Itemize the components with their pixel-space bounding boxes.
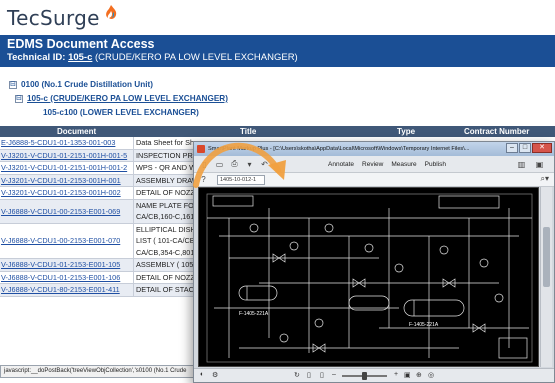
document-link[interactable]: V-J6888-V-CDU1-00-2153-E001-070 xyxy=(0,223,134,258)
maximize-button[interactable]: □ xyxy=(519,143,531,153)
zoom-area-icon[interactable]: ⊕ xyxy=(416,371,422,379)
tree-node-label[interactable]: 105-c100 (LOWER LEVEL EXCHANGER) xyxy=(43,106,199,120)
pan-icon[interactable]: ◐ xyxy=(200,371,204,378)
technical-id-description: (CRUDE/KERO PA LOW LEVEL EXCHANGER) xyxy=(95,52,298,63)
table-row[interactable]: E-J6888-5-CDU1-01-1353-001-003 Data Shee… xyxy=(0,137,205,150)
pid-drawing-canvas[interactable]: F-1405-221A F-1405-221A xyxy=(198,187,539,367)
column-header-contract-number[interactable]: Contract Number xyxy=(464,126,529,137)
page-icon[interactable]: ▯ xyxy=(307,371,311,379)
search-icon[interactable]: ⌕▾ xyxy=(541,174,550,184)
viewer-menu: Annotate Review Measure Publish xyxy=(328,156,446,173)
collapse-icon[interactable]: ⊟ xyxy=(15,95,23,103)
zoom-out-icon[interactable]: – xyxy=(332,371,336,378)
column-header-document[interactable]: Document xyxy=(57,126,96,137)
layout-icon[interactable]: ▥ xyxy=(516,159,527,170)
page-title: EDMS Document Access xyxy=(7,37,155,51)
tree-node-105c100[interactable]: 105-c100 (LOWER LEVEL EXCHANGER) xyxy=(9,106,228,120)
tree-node-0100[interactable]: ⊟ 0100 (No.1 Crude Distillation Unit) xyxy=(9,78,228,92)
fit-window-icon[interactable]: ▣ xyxy=(404,371,411,379)
app-icon xyxy=(197,145,205,153)
tree-node-label[interactable]: 0100 (No.1 Crude Distillation Unit) xyxy=(21,78,153,92)
print-icon[interactable]: ⎙ xyxy=(229,159,240,170)
menu-measure[interactable]: Measure xyxy=(391,161,416,168)
viewer-status-bar: ◐ ⚙ ↻ ▯ ▯ – + ▣ ⊕ ◎ xyxy=(194,368,554,382)
document-tab[interactable]: 1405-10-012-1 xyxy=(217,174,265,185)
zoom-slider[interactable] xyxy=(342,372,387,380)
viewer-address-bar: ? 1405-10-012-1 ⌕▾ xyxy=(194,173,554,187)
zoom-in-icon[interactable]: + xyxy=(394,371,398,378)
minimize-button[interactable]: – xyxy=(506,143,518,153)
collapse-icon[interactable]: ⊟ xyxy=(9,81,17,89)
document-link[interactable]: E-J6888-5-CDU1-01-1353-001-003 xyxy=(0,137,134,149)
table-row[interactable]: V-J3201-V-CDU1-01-2153-001H-001 ASSEMBLY… xyxy=(0,174,205,187)
table-row[interactable]: V-J6888-V-CDU1-01-2153-E001-106 DETAIL O… xyxy=(0,271,205,284)
settings-icon[interactable]: ⚙ xyxy=(212,371,218,379)
column-header-type[interactable]: Type xyxy=(397,126,415,137)
zoom-slider-knob[interactable] xyxy=(362,372,367,380)
close-button[interactable]: ✕ xyxy=(532,143,552,153)
toolbar-right-icons: ▥ ▣ xyxy=(516,159,549,170)
save-icon[interactable]: ▾ xyxy=(244,159,255,170)
column-header-title[interactable]: Title xyxy=(240,126,256,137)
object-tree: ⊟ 0100 (No.1 Crude Distillation Unit) ⊟ … xyxy=(9,78,228,120)
scrollbar-thumb[interactable] xyxy=(543,227,550,287)
open-file-icon[interactable]: ▭ xyxy=(214,159,225,170)
window-icon[interactable]: ◎ xyxy=(428,371,434,379)
tree-node-105c[interactable]: ⊟ 105-c (CRUDE/KERO PA LOW LEVEL EXCHANG… xyxy=(9,92,228,106)
documents-table: E-J6888-5-CDU1-01-1353-001-003 Data Shee… xyxy=(0,137,205,297)
equipment-label: F-1405-221A xyxy=(239,311,269,317)
document-link[interactable]: V-J3201-V-CDU1-01-2153-001H-001 xyxy=(0,174,134,186)
document-link[interactable]: V-J3201-V-CDU1-01-2153-001H-002 xyxy=(0,187,134,199)
viewer-title: SmartPlant Markup Plus - [C:\Users\skoth… xyxy=(208,146,470,152)
menu-annotate[interactable]: Annotate xyxy=(328,161,354,168)
table-row[interactable]: V-J3201-V-CDU1-01-2151-001H-001-2 WPS - … xyxy=(0,162,205,175)
table-row[interactable]: V-J3201-V-CDU1-01-2151-001H-001-5 INSPEC… xyxy=(0,149,205,162)
table-row[interactable]: V-J6888-V-CDU1-01-2153-E001-105 ASSEMBLY… xyxy=(0,259,205,272)
viewer-title-bar[interactable]: SmartPlant Markup Plus - [C:\Users\skoth… xyxy=(194,142,554,156)
equipment-label: F-1405-221A xyxy=(409,322,439,328)
table-row[interactable]: V-J6888-V-CDU1-80-2153-E001-411 DETAIL O… xyxy=(0,284,205,297)
menu-publish[interactable]: Publish xyxy=(425,161,446,168)
menu-review[interactable]: Review xyxy=(362,161,383,168)
documents-table-header: Document Title Type Contract Number xyxy=(0,126,555,137)
logo-flame-icon xyxy=(105,5,116,19)
technical-id-line: Technical ID: 105-c (CRUDE/KERO PA LOW L… xyxy=(7,51,555,64)
smartplant-viewer-window[interactable]: SmartPlant Markup Plus - [C:\Users\skoth… xyxy=(193,141,555,383)
undo-icon[interactable]: ↶ xyxy=(259,159,270,170)
pid-drawing: F-1405-221A F-1405-221A xyxy=(206,193,533,363)
technical-id-label: Technical ID: xyxy=(7,52,66,63)
document-link[interactable]: V-J6888-V-CDU1-00-2153-E001-069 xyxy=(0,199,134,223)
tree-node-label[interactable]: 105-c (CRUDE/KERO PA LOW LEVEL EXCHANGER… xyxy=(27,92,228,106)
document-link[interactable]: V-J6888-V-CDU1-01-2153-E001-106 xyxy=(0,271,134,283)
rotate-icon[interactable]: ↻ xyxy=(294,371,300,379)
logo-text: TecSurge xyxy=(7,6,100,30)
technical-id-link[interactable]: 105-c xyxy=(68,52,92,63)
document-link[interactable]: V-J6888-V-CDU1-01-2153-E001-105 xyxy=(0,259,134,271)
new-file-icon[interactable]: ▯ xyxy=(199,159,210,170)
document-link[interactable]: V-J6888-V-CDU1-80-2153-E001-411 xyxy=(0,284,134,296)
viewer-toolbar: ▯ ▭ ⎙ ▾ ↶ Annotate Review Measure Publis… xyxy=(194,156,554,173)
table-row[interactable]: V-J6888-V-CDU1-00-2153-E001-069 NAME PLA… xyxy=(0,199,205,224)
page-icon[interactable]: ▯ xyxy=(320,371,324,379)
window-controls: – □ ✕ xyxy=(506,143,552,153)
vertical-scrollbar[interactable] xyxy=(540,187,552,367)
tecsurge-logo: TecSurge xyxy=(7,5,121,32)
browser-status-bar: javascript:__doPostBack('treeViewObjColl… xyxy=(0,365,205,378)
help-icon[interactable]: ? xyxy=(198,174,209,185)
panel-icon[interactable]: ▣ xyxy=(534,159,545,170)
document-link[interactable]: V-J3201-V-CDU1-01-2151-001H-001-2 xyxy=(0,162,134,174)
table-row[interactable]: V-J6888-V-CDU1-00-2153-E001-070 ELLIPTIC… xyxy=(0,223,205,259)
table-row[interactable]: V-J3201-V-CDU1-01-2153-001H-002 DETAIL O… xyxy=(0,187,205,200)
edms-header-banner: EDMS Document Access Technical ID: 105-c… xyxy=(0,35,555,67)
document-link[interactable]: V-J3201-V-CDU1-01-2151-001H-001-5 xyxy=(0,149,134,161)
